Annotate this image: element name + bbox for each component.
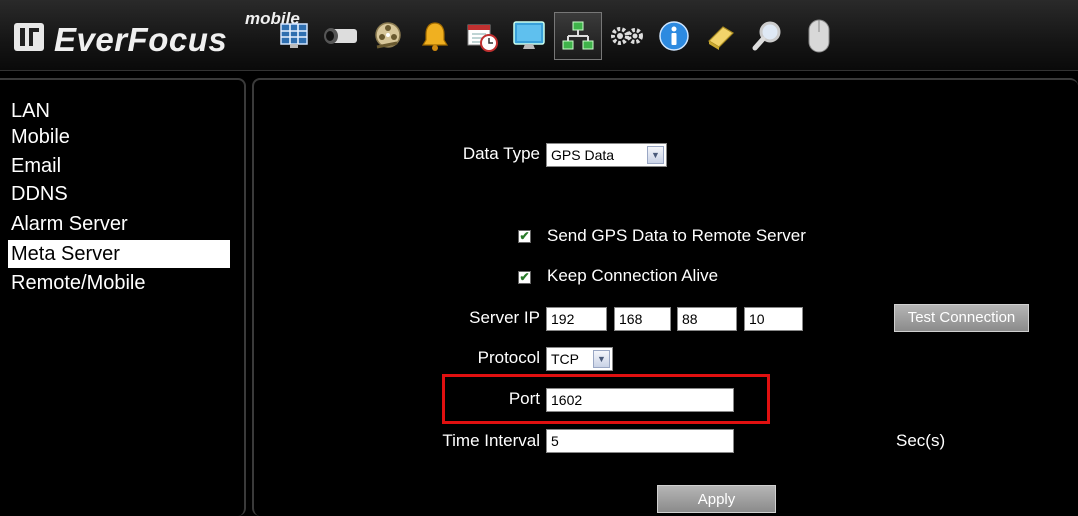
film-reel-icon[interactable] (366, 14, 410, 58)
apply-button[interactable]: Apply (657, 485, 776, 513)
send-gps-label[interactable]: Send GPS Data to Remote Server (547, 226, 806, 246)
protocol-label: Protocol (477, 348, 540, 367)
send-gps-checkbox[interactable]: ✔ (518, 230, 531, 243)
live-view-grid-icon[interactable] (272, 14, 316, 58)
data-type-select[interactable]: GPS Data ▼ (546, 143, 667, 167)
test-connection-button[interactable]: Test Connection (894, 304, 1029, 332)
sidebar-item-email[interactable]: Email (8, 151, 230, 181)
schedule-calendar-icon[interactable] (460, 14, 504, 58)
port-label: Port (508, 389, 540, 408)
data-type-label: Data Type (462, 144, 540, 163)
time-interval-unit: Sec(s) (896, 431, 946, 450)
protocol-value: TCP (551, 351, 579, 367)
chevron-down-icon: ▼ (593, 350, 610, 368)
keep-alive-checkbox[interactable]: ✔ (518, 271, 531, 284)
app-header: EverFocus mobile (0, 0, 1078, 71)
monitor-icon[interactable] (507, 14, 551, 58)
network-icon[interactable] (554, 12, 602, 60)
eraser-icon[interactable] (699, 14, 743, 58)
server-ip-octet-3[interactable] (677, 307, 737, 331)
camera-icon[interactable] (319, 14, 363, 58)
brand-name: EverFocus (54, 21, 228, 58)
everfocus-logo-mark (14, 23, 44, 51)
settings-sidebar: LAN Mobile Email DDNS Alarm Server Meta … (0, 78, 246, 516)
port-input[interactable] (546, 388, 734, 412)
keep-alive-label[interactable]: Keep Connection Alive (547, 266, 718, 286)
time-interval-label: Time Interval (442, 431, 540, 450)
server-ip-octet-2[interactable] (614, 307, 671, 331)
mouse-icon[interactable] (793, 14, 833, 58)
protocol-select[interactable]: TCP ▼ (546, 347, 613, 371)
sidebar-item-ddns[interactable]: DDNS (8, 179, 230, 209)
server-ip-octet-4[interactable] (744, 307, 803, 331)
chevron-down-icon: ▼ (647, 146, 664, 164)
server-ip-octet-1[interactable] (546, 307, 607, 331)
settings-gears-icon[interactable] (605, 14, 649, 58)
network-settings-nav: LAN Mobile Email DDNS Alarm Server Meta … (8, 96, 230, 298)
sidebar-item-alarm-server[interactable]: Alarm Server (8, 209, 230, 239)
sidebar-item-remote-mobile[interactable]: Remote/Mobile (8, 268, 230, 298)
alarm-bell-icon[interactable] (413, 14, 457, 58)
data-type-value: GPS Data (551, 147, 615, 163)
search-icon[interactable] (746, 14, 790, 58)
info-icon[interactable] (652, 14, 696, 58)
sidebar-item-mobile[interactable]: Mobile (8, 122, 230, 152)
time-interval-input[interactable] (546, 429, 734, 453)
server-ip-label: Server IP (469, 308, 540, 327)
sidebar-item-meta-server[interactable]: Meta Server (8, 240, 230, 268)
